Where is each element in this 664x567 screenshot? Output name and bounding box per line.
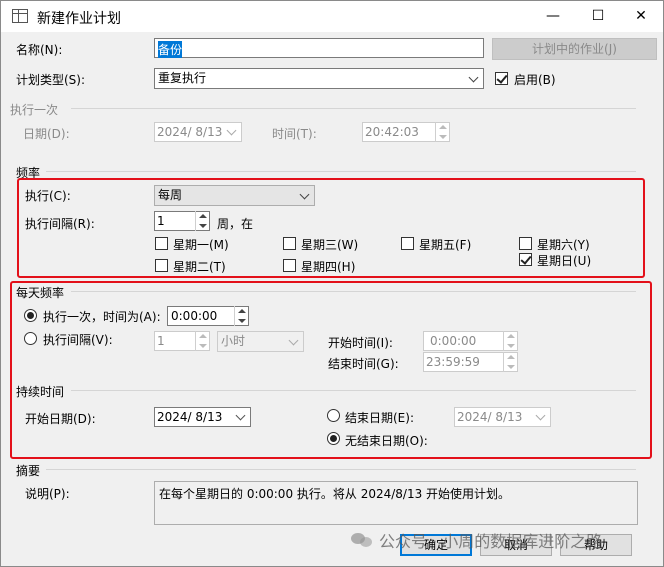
day-checkbox-thu[interactable] xyxy=(283,259,296,272)
day-label-fri: 星期五(F) xyxy=(419,238,472,252)
day-label-sat: 星期六(Y) xyxy=(537,238,590,252)
maximize-button[interactable]: ☐ xyxy=(576,1,620,31)
start-date-picker[interactable]: 2024/ 8/13 xyxy=(154,407,251,427)
watermark-text: 公众号 · 小周的数据库进阶之路 xyxy=(379,532,603,551)
schedule-type-value: 重复执行 xyxy=(158,71,207,85)
every-spinner[interactable] xyxy=(195,331,209,351)
day-label-thu: 星期四(H) xyxy=(301,260,356,274)
one-time-divider xyxy=(71,108,636,109)
calendar-icon xyxy=(12,9,28,23)
interval-label: 执行间隔(R): xyxy=(25,217,95,231)
chevron-down-icon xyxy=(532,409,550,427)
day-checkbox-mon[interactable] xyxy=(155,237,168,250)
every-radio[interactable] xyxy=(24,332,37,345)
day-checkbox-tue[interactable] xyxy=(155,259,168,272)
every-value-input[interactable]: 1 xyxy=(154,331,210,351)
duration-divider xyxy=(71,390,636,391)
every-unit-select[interactable]: 小时 xyxy=(217,331,304,352)
day-checkbox-sat[interactable] xyxy=(519,237,532,250)
end-date-value: 2024/ 8/13 xyxy=(457,410,523,424)
no-end-date-label: 无结束日期(O): xyxy=(345,434,428,448)
title-bar: 新建作业计划 — ☐ ✕ xyxy=(1,1,663,32)
occurs-label: 执行(C): xyxy=(25,189,71,203)
schedule-type-label: 计划类型(S): xyxy=(16,73,86,87)
day-label-sun: 星期日(U) xyxy=(537,254,592,268)
name-value: 备份 xyxy=(158,41,183,58)
one-time-group-label: 执行一次 xyxy=(10,103,59,117)
every-unit-value: 小时 xyxy=(221,334,246,348)
day-label-tue: 星期二(T) xyxy=(173,260,226,274)
time-spinner[interactable] xyxy=(435,122,449,142)
start-date-value: 2024/ 8/13 xyxy=(157,410,223,424)
chevron-down-icon xyxy=(299,189,310,200)
daily-frequency-group-label: 每天频率 xyxy=(16,286,65,300)
once-time-spinner[interactable] xyxy=(234,306,248,326)
start-time-input[interactable]: 0:00:00 xyxy=(423,331,518,351)
description-textarea[interactable]: 在每个星期日的 0:00:00 执行。将从 2024/8/13 开始使用计划。 xyxy=(154,481,638,525)
close-button[interactable]: ✕ xyxy=(619,1,663,31)
end-time-spinner[interactable] xyxy=(503,352,517,372)
daily-frequency-divider xyxy=(71,291,636,292)
start-time-label: 开始时间(I): xyxy=(328,336,393,350)
start-time-value: 0:00:00 xyxy=(430,334,477,348)
frequency-divider xyxy=(46,171,636,172)
one-time-time-label: 时间(T): xyxy=(272,127,317,141)
window-title: 新建作业计划 xyxy=(37,11,121,27)
one-time-date-picker[interactable]: 2024/ 8/13 xyxy=(154,122,242,142)
one-time-time-input[interactable]: 20:42:03 xyxy=(362,122,450,142)
summary-group-label: 摘要 xyxy=(16,464,41,478)
one-time-date-label: 日期(D): xyxy=(23,127,70,141)
enabled-checkbox[interactable] xyxy=(495,72,508,85)
occurs-select[interactable]: 每周 xyxy=(154,185,315,206)
once-time-input[interactable]: 0:00:00 xyxy=(167,306,249,326)
interval-input[interactable]: 1 xyxy=(154,211,210,231)
day-checkbox-sun[interactable] xyxy=(519,253,532,266)
name-input[interactable]: 备份 xyxy=(154,38,484,58)
once-radio[interactable] xyxy=(24,309,37,322)
description-label: 说明(P): xyxy=(25,487,70,501)
minimize-button[interactable]: — xyxy=(531,1,575,31)
chevron-down-icon xyxy=(288,335,299,346)
day-checkbox-wed[interactable] xyxy=(283,237,296,250)
dialog-window: 新建作业计划 — ☐ ✕ 名称(N): 备份 计划中的作业(J) 计划类型(S)… xyxy=(0,0,664,567)
interval-value: 1 xyxy=(157,214,165,228)
one-time-date-value: 2024/ 8/13 xyxy=(157,125,223,139)
duration-group-label: 持续时间 xyxy=(16,385,65,399)
start-time-spinner[interactable] xyxy=(503,331,517,351)
end-date-label: 结束日期(E): xyxy=(345,411,414,425)
end-date-picker[interactable]: 2024/ 8/13 xyxy=(454,407,551,427)
occurs-value: 每周 xyxy=(158,188,183,202)
end-time-label: 结束时间(G): xyxy=(328,357,399,371)
every-value: 1 xyxy=(157,334,165,348)
chevron-down-icon xyxy=(223,124,241,142)
once-time-value: 0:00:00 xyxy=(171,309,218,323)
once-label: 执行一次，时间为(A): xyxy=(43,310,161,324)
wechat-icon xyxy=(351,531,373,549)
day-checkbox-fri[interactable] xyxy=(401,237,414,250)
description-value: 在每个星期日的 0:00:00 执行。将从 2024/8/13 开始使用计划。 xyxy=(159,487,511,501)
end-date-radio[interactable] xyxy=(327,409,340,422)
chevron-down-icon xyxy=(232,409,250,427)
interval-spinner[interactable] xyxy=(195,211,209,231)
start-date-label: 开始日期(D): xyxy=(25,412,96,426)
every-label: 执行间隔(V): xyxy=(43,333,113,347)
schedule-type-select[interactable]: 重复执行 xyxy=(154,68,484,89)
name-label: 名称(N): xyxy=(16,43,63,57)
jobs-in-schedule-button[interactable]: 计划中的作业(J) xyxy=(492,38,657,60)
end-time-value: 23:59:59 xyxy=(426,355,480,369)
summary-divider xyxy=(46,469,636,470)
enabled-label: 启用(B) xyxy=(514,73,556,87)
day-label-mon: 星期一(M) xyxy=(173,238,229,252)
one-time-time-value: 20:42:03 xyxy=(365,125,419,139)
day-label-wed: 星期三(W) xyxy=(301,238,359,252)
end-time-input[interactable]: 23:59:59 xyxy=(423,352,518,372)
no-end-date-radio[interactable] xyxy=(327,432,340,445)
interval-suffix: 周，在 xyxy=(217,217,254,231)
chevron-down-icon xyxy=(468,72,479,83)
